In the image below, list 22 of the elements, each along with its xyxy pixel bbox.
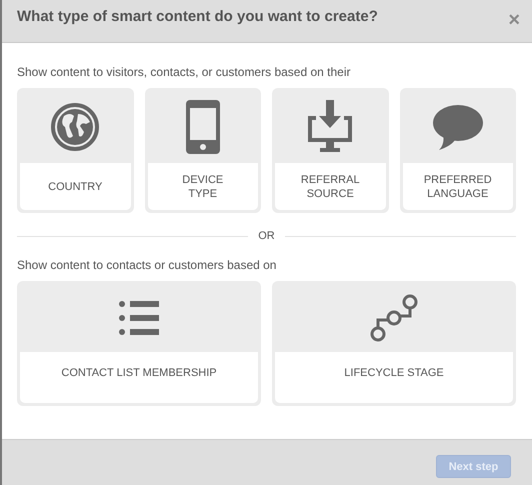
option-card[interactable]: LIFECYCLE STAGE — [272, 281, 516, 406]
speech-bubble-icon — [432, 104, 483, 150]
section-intro: Show content to contacts or customers based on — [17, 258, 278, 272]
option-label: LIFECYCLE STAGE — [344, 366, 444, 380]
option-card[interactable]: CONTACT LIST MEMBERSHIP — [17, 281, 261, 406]
option-card[interactable]: REFERRAL SOURCE — [272, 88, 388, 213]
option-card[interactable]: DEVICE TYPE — [144, 88, 261, 213]
globe-icon — [50, 102, 100, 152]
option-card[interactable]: COUNTRY — [17, 88, 134, 213]
dialog-title: What type of smart content do you want to create? — [17, 8, 378, 25]
phone-icon — [186, 100, 220, 154]
option-label: PREFERRED LANGUAGE — [424, 172, 492, 200]
option-label: REFERRAL SOURCE — [300, 172, 360, 200]
download-icon — [308, 100, 352, 154]
stages-icon — [369, 293, 419, 343]
option-card[interactable]: PREFERRED LANGUAGE — [400, 88, 516, 213]
list-icon — [119, 301, 159, 335]
option-label: DEVICE TYPE — [182, 172, 224, 200]
divider-label: OR — [258, 230, 275, 242]
option-label: CONTACT LIST MEMBERSHIP — [61, 366, 217, 380]
section-intro: Show content to visitors, contacts, or customers based on their — [17, 65, 352, 79]
option-label: COUNTRY — [48, 180, 102, 194]
